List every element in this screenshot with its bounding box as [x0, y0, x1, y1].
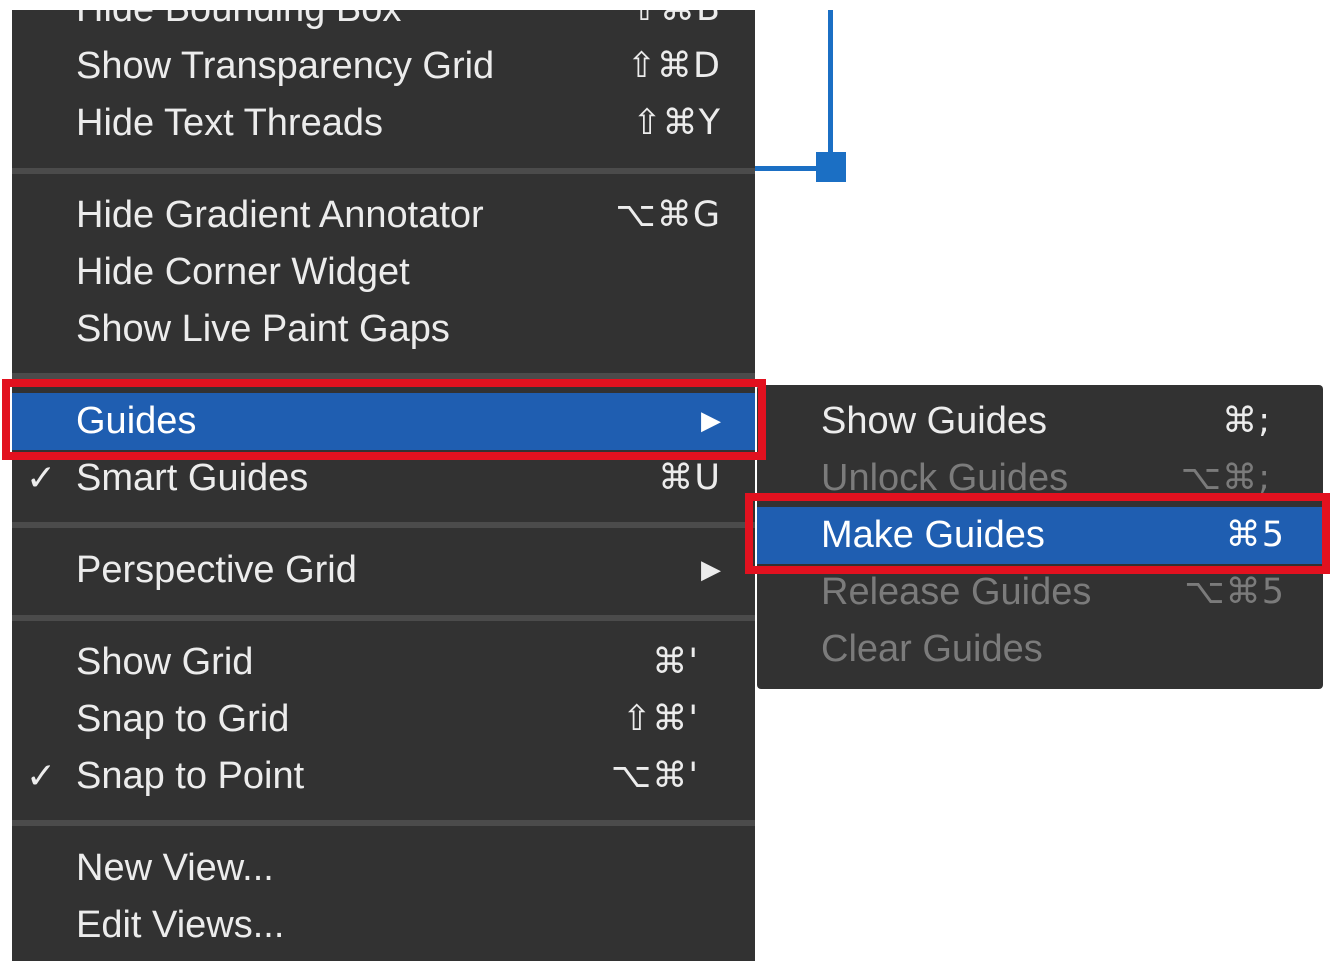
menu-item-shortcut: ⌘' — [652, 642, 699, 682]
menu-item-label: Snap to Point — [76, 755, 305, 797]
submenu-arrow-icon: ▶ — [701, 555, 721, 585]
menu-item-shortcut: ⇧⌘D — [626, 46, 721, 86]
menu-item-show-grid[interactable]: Show Grid ⌘' — [12, 634, 755, 691]
menu-item-label: Make Guides — [821, 514, 1045, 556]
menu-item-snap-to-point[interactable]: ✓ Snap to Point ⌥⌘' — [12, 748, 755, 805]
menu-item-label: Show Live Paint Gaps — [76, 308, 450, 350]
menu-item-shortcut: ⌥⌘; — [1180, 458, 1271, 498]
menu-item-label: Guides — [76, 400, 197, 442]
menu-item-label: Release Guides — [821, 571, 1092, 613]
menu-separator — [12, 373, 755, 379]
menu-item-edit-views[interactable]: Edit Views... — [12, 897, 755, 954]
submenu-item-unlock-guides[interactable]: Unlock Guides ⌥⌘; — [757, 450, 1323, 507]
menu-item-hide-bounding-box[interactable]: Hide Bounding Box ⇧⌘B — [12, 10, 755, 38]
menu-item-label: Perspective Grid — [76, 549, 357, 591]
submenu-item-make-guides[interactable]: Make Guides ⌘5 — [757, 507, 1323, 564]
screenshot-stage: Hide Bounding Box ⇧⌘B Show Transparency … — [0, 0, 1330, 961]
menu-item-label: New View... — [76, 847, 274, 889]
menu-item-new-view[interactable]: New View... — [12, 840, 755, 897]
menu-item-guides[interactable]: Guides ▶ — [12, 393, 755, 450]
menu-item-hide-corner-widget[interactable]: Hide Corner Widget — [12, 244, 755, 301]
menu-item-label: Show Guides — [821, 400, 1048, 442]
menu-item-label: Show Transparency Grid — [76, 45, 495, 87]
menu-item-label: Hide Bounding Box — [76, 10, 401, 38]
menu-item-shortcut: ⌘U — [658, 458, 721, 498]
menu-item-label: Hide Corner Widget — [76, 251, 410, 293]
menu-separator — [12, 615, 755, 621]
checkmark-icon: ✓ — [26, 458, 57, 499]
anchor-point-handle[interactable] — [816, 152, 846, 182]
menu-item-label: Edit Views... — [76, 904, 285, 946]
menu-item-shortcut: ⇧⌘' — [622, 699, 699, 739]
menu-item-label: Hide Text Threads — [76, 102, 383, 144]
menu-item-shortcut: ⇧⌘B — [630, 10, 721, 38]
menu-item-show-live-paint-gaps[interactable]: Show Live Paint Gaps — [12, 301, 755, 358]
menu-item-shortcut: ⌘5 — [1225, 515, 1285, 555]
submenu-arrow-icon: ▶ — [701, 406, 721, 436]
menu-item-label: Hide Gradient Annotator — [76, 194, 484, 236]
submenu-item-clear-guides[interactable]: Clear Guides — [757, 621, 1323, 678]
menu-item-show-transparency-grid[interactable]: Show Transparency Grid ⇧⌘D — [12, 38, 755, 95]
menu-item-hide-gradient-annotator[interactable]: Hide Gradient Annotator ⌥⌘G — [12, 187, 755, 244]
menu-item-hide-text-threads[interactable]: Hide Text Threads ⇧⌘Y — [12, 95, 755, 152]
menu-separator — [12, 522, 755, 528]
menu-item-label: Snap to Grid — [76, 698, 290, 740]
menu-item-label: Show Grid — [76, 641, 254, 683]
menu-item-shortcut: ⌘; — [1222, 401, 1271, 441]
menu-item-snap-to-grid[interactable]: Snap to Grid ⇧⌘' — [12, 691, 755, 748]
menu-separator — [12, 168, 755, 174]
menu-item-shortcut: ⌥⌘G — [615, 195, 721, 235]
menu-item-shortcut: ⌥⌘5 — [1184, 572, 1285, 612]
checkmark-icon: ✓ — [26, 756, 57, 797]
menu-separator — [12, 820, 755, 826]
menu-item-smart-guides[interactable]: ✓ Smart Guides ⌘U — [12, 450, 755, 507]
menu-item-label: Smart Guides — [76, 457, 309, 499]
menu-item-shortcut: ⇧⌘Y — [632, 103, 721, 143]
canvas-path-vertical — [828, 10, 833, 170]
view-menu: Hide Bounding Box ⇧⌘B Show Transparency … — [12, 10, 755, 961]
menu-item-shortcut: ⌥⌘' — [611, 756, 699, 796]
menu-item-label: Unlock Guides — [821, 457, 1069, 499]
submenu-item-show-guides[interactable]: Show Guides ⌘; — [757, 393, 1323, 450]
menu-item-perspective-grid[interactable]: Perspective Grid ▶ — [12, 542, 755, 599]
menu-item-label: Clear Guides — [821, 628, 1043, 670]
submenu-item-release-guides[interactable]: Release Guides ⌥⌘5 — [757, 564, 1323, 621]
guides-submenu: Show Guides ⌘; Unlock Guides ⌥⌘; Make Gu… — [757, 385, 1323, 689]
